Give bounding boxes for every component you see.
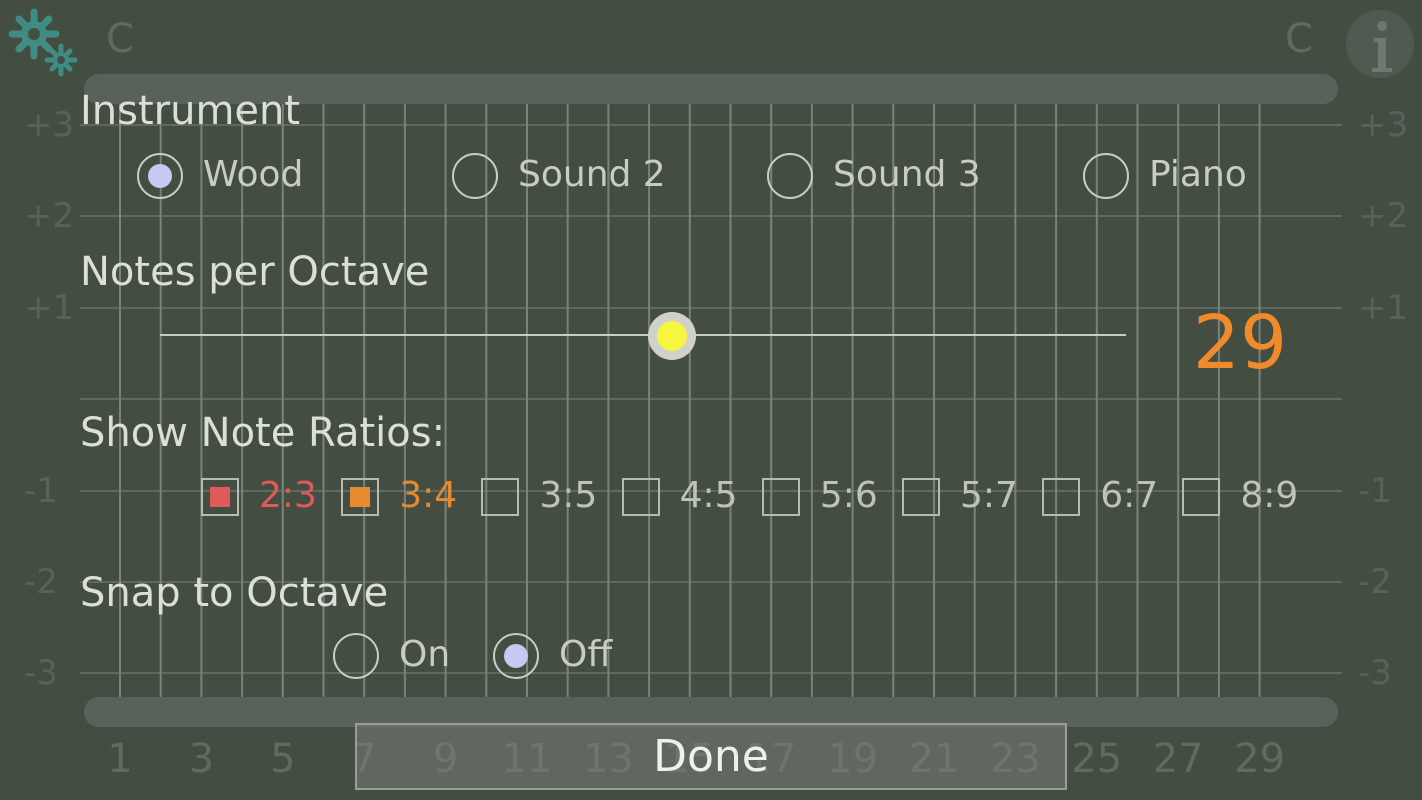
left-scale-label: -1: [24, 471, 58, 511]
left-scale-label: -3: [24, 653, 58, 693]
right-scale-label: +3: [1358, 105, 1409, 145]
radio-label[interactable]: Sound 2: [518, 154, 666, 195]
ratio-label[interactable]: 4:5: [680, 475, 738, 516]
left-note-label: C: [106, 16, 134, 62]
snap-to-octave-title: Snap to Octave: [80, 570, 389, 616]
ratio-checkbox-5-7[interactable]: [902, 478, 940, 516]
radio-label[interactable]: Off: [559, 634, 612, 675]
radio-label[interactable]: Sound 3: [833, 154, 981, 195]
left-scale-label: +2: [24, 196, 75, 236]
radio-label[interactable]: On: [399, 634, 450, 675]
note-ratios-title: Show Note Ratios:: [80, 410, 446, 456]
right-note-label: C: [1285, 16, 1313, 62]
ratio-label[interactable]: 5:6: [820, 475, 878, 516]
right-scale-label: -1: [1358, 471, 1392, 511]
ratio-label[interactable]: 2:3: [259, 475, 317, 516]
right-scale-label: -2: [1358, 562, 1392, 602]
notes-per-octave-title: Notes per Octave: [80, 249, 430, 295]
radio-label[interactable]: Wood: [203, 154, 303, 195]
bottom-scale-number: 27: [1152, 736, 1204, 782]
ratio-label[interactable]: 8:9: [1240, 475, 1298, 516]
info-icon[interactable]: [1344, 8, 1416, 80]
radio-sound-3[interactable]: [767, 153, 813, 199]
gears-icon[interactable]: [6, 4, 82, 80]
notes-per-octave-value: 29: [1192, 300, 1288, 386]
instrument-title: Instrument: [80, 88, 301, 134]
ratio-label[interactable]: 3:4: [399, 475, 457, 516]
bottom-scale-number: 29: [1234, 736, 1286, 782]
radio-off[interactable]: [493, 633, 539, 679]
right-scale-label: +2: [1358, 196, 1409, 236]
bottom-scale-number: 5: [270, 736, 296, 782]
bottom-scale-number: 1: [107, 736, 133, 782]
checkbox-fill: [210, 487, 230, 507]
ratio-label[interactable]: 6:7: [1100, 475, 1158, 516]
radio-label[interactable]: Piano: [1149, 154, 1247, 195]
ratio-checkbox-4-5[interactable]: [621, 478, 660, 516]
done-button[interactable]: Done: [355, 723, 1067, 790]
left-scale-label: +3: [24, 105, 75, 145]
left-scale-label: +1: [24, 288, 75, 328]
ratio-checkbox-6-7[interactable]: [1042, 478, 1081, 516]
right-scale-label: +1: [1358, 288, 1409, 328]
radio-sound-2[interactable]: [452, 153, 498, 199]
radio-piano[interactable]: [1083, 153, 1129, 199]
right-scale-label: -3: [1358, 653, 1392, 693]
bottom-scale-number: 3: [188, 736, 215, 782]
notes-slider-track[interactable]: [160, 334, 1126, 336]
ratio-checkbox-3-4[interactable]: [341, 478, 380, 516]
radio-wood[interactable]: [137, 153, 183, 199]
checkbox-fill: [350, 487, 371, 507]
notes-slider-thumb[interactable]: [647, 312, 696, 360]
ratio-checkbox-5-6[interactable]: [761, 478, 800, 516]
ratio-checkbox-8-9[interactable]: [1182, 478, 1221, 516]
bottom-scale-number: 25: [1071, 736, 1123, 782]
left-scale-label: -2: [24, 562, 58, 602]
ratio-checkbox-2-3[interactable]: [201, 478, 239, 516]
ratio-label[interactable]: 5:7: [960, 475, 1018, 516]
ratio-checkbox-3-5[interactable]: [481, 478, 520, 516]
ratio-label[interactable]: 3:5: [539, 475, 597, 516]
radio-on[interactable]: [333, 633, 379, 679]
